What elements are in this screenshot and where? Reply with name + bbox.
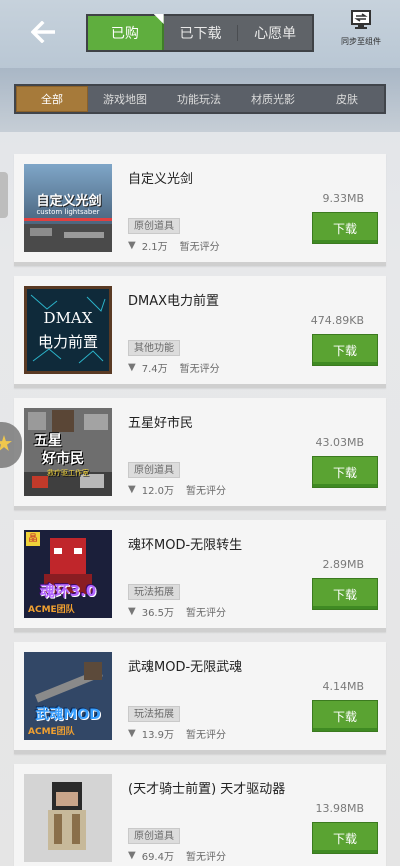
item-stats: ▼ 7.4万 暂无评分 (128, 360, 220, 375)
download-count-icon: ▼ (128, 728, 136, 739)
tab-downloaded[interactable]: 已下载 (164, 16, 238, 50)
category-filter-bar: 全部 游戏地图 功能玩法 材质光影 皮肤 (14, 84, 386, 114)
download-button[interactable]: 下载 (312, 456, 378, 488)
item-thumbnail: 武魂MOD ACME团队 (24, 652, 112, 740)
thumb-subtitle: custom lightsaber (36, 208, 100, 216)
thumb-credit: ACME团队 (28, 605, 75, 615)
thumb-credit: 救疗驱工作室 (47, 469, 89, 477)
thumb-title: 武魂MOD (35, 707, 101, 723)
tab-wishlist[interactable]: 心愿单 (238, 16, 312, 50)
filter-game-maps[interactable]: 游戏地图 (88, 86, 162, 112)
item-tag: 原创道具 (128, 218, 180, 234)
item-size: 474.89KB (310, 314, 364, 327)
resource-list: 自定义光剑 custom lightsaber 自定义光剑 9.33MB 原创道… (14, 154, 386, 866)
thumb-title: 魂环3.0 (39, 582, 97, 600)
item-thumbnail (24, 774, 112, 862)
item-tag: 原创道具 (128, 828, 180, 844)
item-thumbnail: 自定义光剑 custom lightsaber (24, 164, 112, 252)
item-stats: ▼ 69.4万 暂无评分 (128, 848, 226, 863)
sync-to-component-button[interactable]: 同步至组件 (336, 10, 386, 52)
download-button[interactable]: 下载 (312, 700, 378, 732)
list-item[interactable]: (天才骑士前置) 天才驱动器 13.98MB 原创道具 ▼ 69.4万 暂无评分… (14, 764, 386, 866)
item-thumbnail: 晶 魂环3.0 ACME团队 (24, 530, 112, 618)
thumb-title: 自定义光剑 (36, 194, 102, 209)
rating-text: 暂无评分 (179, 364, 220, 375)
filter-gameplay[interactable]: 功能玩法 (162, 86, 236, 112)
list-item[interactable]: 武魂MOD ACME团队 武魂MOD-无限武魂 4.14MB 玩法拓展 ▼ 13… (14, 642, 386, 754)
item-size: 2.89MB (322, 558, 364, 571)
item-size: 43.03MB (315, 436, 364, 449)
list-item[interactable]: 晶 魂环3.0 ACME团队 魂环MOD-无限转生 2.89MB 玩法拓展 ▼ … (14, 520, 386, 632)
download-count-icon: ▼ (128, 850, 136, 861)
download-count-icon: ▼ (128, 606, 136, 617)
item-title: DMAX电力前置 (128, 294, 220, 309)
download-count: 69.4万 (141, 852, 174, 863)
sync-label: 同步至组件 (341, 37, 381, 46)
download-count: 12.0万 (141, 486, 174, 497)
download-count: 2.1万 (141, 242, 168, 253)
item-size: 4.14MB (322, 680, 364, 693)
thumb-subtitle: 电力前置 (37, 333, 98, 351)
item-stats: ▼ 2.1万 暂无评分 (128, 238, 220, 253)
item-tag: 其他功能 (128, 340, 180, 356)
item-stats: ▼ 12.0万 暂无评分 (128, 482, 226, 497)
item-thumbnail: DMAX 电力前置 (24, 286, 112, 374)
item-title: 五星好市民 (128, 416, 194, 431)
download-button[interactable]: 下载 (312, 578, 378, 610)
download-count-icon: ▼ (128, 240, 136, 251)
tab-purchased[interactable]: 已购 (88, 16, 164, 50)
thumb-subtitle: 好市民 (42, 451, 84, 467)
item-size: 13.98MB (315, 802, 364, 815)
item-thumbnail: 五星 好市民 救疗驱工作室 (24, 408, 112, 496)
download-button[interactable]: 下载 (312, 212, 378, 244)
download-count: 7.4万 (141, 364, 168, 375)
download-count: 13.9万 (141, 730, 174, 741)
filter-all[interactable]: 全部 (16, 86, 88, 112)
tab-bar: 已购 已下载 心愿单 (86, 14, 314, 52)
rating-text: 暂无评分 (185, 852, 226, 863)
item-tag: 玩法拓展 (128, 706, 180, 722)
item-tag: 原创道具 (128, 462, 180, 478)
item-title: (天才骑士前置) 天才驱动器 (128, 782, 286, 797)
top-header: 已购 已下载 心愿单 同步至组件 (0, 0, 400, 68)
item-tag: 玩法拓展 (128, 584, 180, 600)
knight-character-art (24, 774, 112, 862)
download-button[interactable]: 下载 (312, 334, 378, 366)
filter-area: 全部 游戏地图 功能玩法 材质光影 皮肤 (0, 68, 400, 132)
thumb-title: DMAX (43, 309, 93, 327)
rating-text: 暂无评分 (179, 242, 220, 253)
list-item[interactable]: 五星 好市民 救疗驱工作室 五星好市民 43.03MB 原创道具 ▼ 12.0万… (14, 398, 386, 510)
list-item[interactable]: DMAX 电力前置 DMAX电力前置 474.89KB 其他功能 ▼ 7.4万 … (14, 276, 386, 388)
thumb-credit: ACME团队 (28, 727, 75, 737)
rating-text: 暂无评分 (185, 608, 226, 619)
rating-text: 暂无评分 (185, 486, 226, 497)
item-stats: ▼ 36.5万 暂无评分 (128, 604, 226, 619)
thumb-title: 五星 (34, 433, 62, 449)
edge-drag-handle[interactable] (0, 172, 8, 218)
item-title: 武魂MOD-无限武魂 (128, 660, 243, 675)
rating-text: 暂无评分 (185, 730, 226, 741)
circuit-art (30, 294, 106, 364)
back-button[interactable] (28, 16, 60, 48)
list-item[interactable]: 自定义光剑 custom lightsaber 自定义光剑 9.33MB 原创道… (14, 154, 386, 266)
item-size: 9.33MB (322, 192, 364, 205)
item-title: 自定义光剑 (128, 172, 194, 187)
thumb-corner-badge: 晶 (26, 532, 40, 546)
filter-skins[interactable]: 皮肤 (310, 86, 384, 112)
back-arrow-icon (31, 21, 55, 43)
download-count-icon: ▼ (128, 484, 136, 495)
item-stats: ▼ 13.9万 暂无评分 (128, 726, 226, 741)
sync-monitor-icon (351, 10, 371, 29)
download-count: 36.5万 (141, 608, 174, 619)
download-count-icon: ▼ (128, 362, 136, 373)
download-button[interactable]: 下载 (312, 822, 378, 854)
filter-textures-shaders[interactable]: 材质光影 (236, 86, 310, 112)
item-title: 魂环MOD-无限转生 (128, 538, 243, 553)
